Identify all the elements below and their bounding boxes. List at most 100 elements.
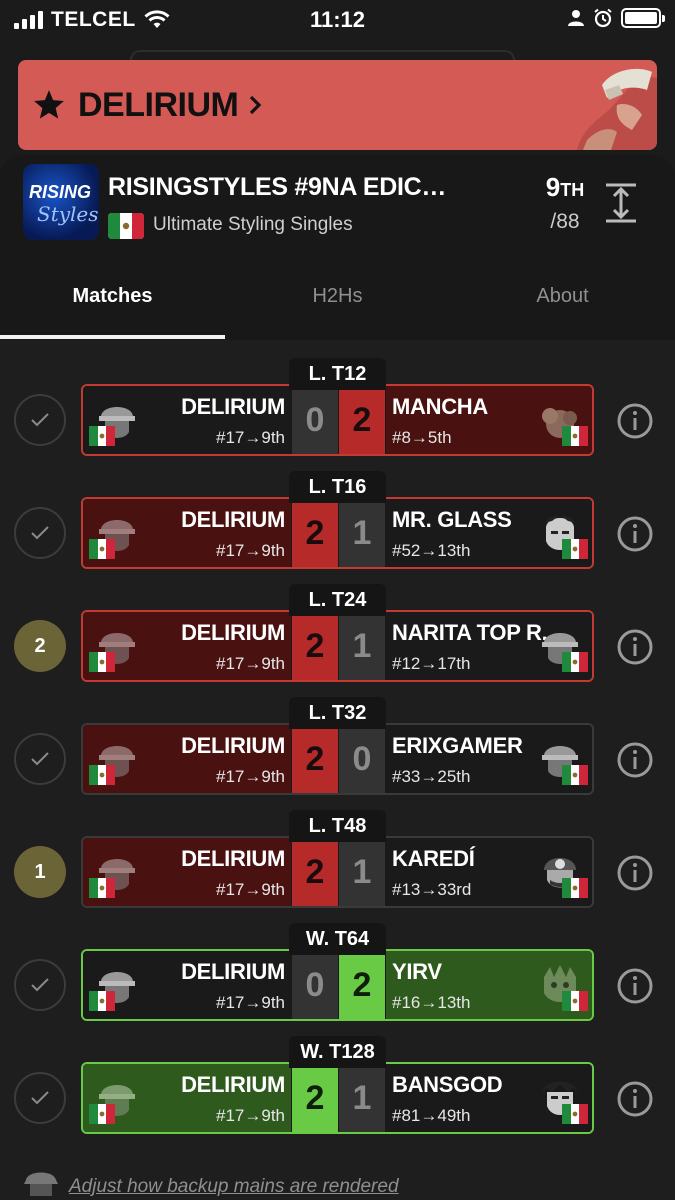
player-name: DELIRIUM xyxy=(181,394,285,419)
seed-placement: #81→49th xyxy=(392,1106,471,1125)
mexico-flag-icon xyxy=(89,426,115,446)
mexico-flag-icon xyxy=(89,1104,115,1124)
person-icon xyxy=(568,10,584,26)
seed-placement: #17→9th xyxy=(216,880,285,899)
check-icon xyxy=(31,526,49,540)
upset-badge[interactable]: 2 xyxy=(14,620,66,672)
mexico-flag-icon xyxy=(562,1104,588,1124)
seed-placement: #16→13th xyxy=(392,993,471,1012)
info-icon[interactable] xyxy=(616,515,654,553)
mexico-flag-icon xyxy=(562,539,588,559)
round-label: W. T128 xyxy=(289,1036,386,1068)
check-button[interactable] xyxy=(14,1072,66,1124)
score-left: 0 xyxy=(292,386,338,454)
match-card[interactable]: DELIRIUM #17→9th 0 2 MANCHA #8→5th xyxy=(81,384,594,456)
tab-bar: Matches H2Hs About xyxy=(0,275,675,340)
score-left: 0 xyxy=(292,951,338,1019)
check-button[interactable] xyxy=(14,507,66,559)
info-icon[interactable] xyxy=(616,628,654,666)
tab-h2hs[interactable]: H2Hs xyxy=(225,285,450,308)
logo-text-2: Styles xyxy=(37,202,99,226)
match-card[interactable]: DELIRIUM #17→9th 0 2 YIRV #16→13th xyxy=(81,949,594,1021)
match-row: 1 DELIRIUM #17→9th 2 1 KAREDÍ #13→33rd L… xyxy=(0,792,675,908)
player-left: DELIRIUM #17→9th xyxy=(83,1064,291,1132)
round-label: L. T48 xyxy=(289,810,386,842)
player-left: DELIRIUM #17→9th xyxy=(83,386,291,454)
footer: Adjust how backup mains are rendered xyxy=(0,1162,675,1200)
expand-icon[interactable] xyxy=(604,183,638,223)
seed-placement: #13→33rd xyxy=(392,880,472,899)
round-label: L. T32 xyxy=(289,697,386,729)
match-row: DELIRIUM #17→9th 0 2 MANCHA #8→5th L. T1… xyxy=(0,340,675,456)
match-card[interactable]: DELIRIUM #17→9th 2 1 MR. GLASS #52→13th xyxy=(81,497,594,569)
player-left: DELIRIUM #17→9th xyxy=(83,725,291,793)
opponent-name: MR. GLASS xyxy=(392,507,512,532)
info-icon[interactable] xyxy=(616,741,654,779)
seed-placement: #12→17th xyxy=(392,654,471,673)
mexico-flag-icon xyxy=(562,652,588,672)
match-card[interactable]: DELIRIUM #17→9th 2 0 ERIXGAMER #33→25th xyxy=(81,723,594,795)
info-icon[interactable] xyxy=(616,402,654,440)
match-row: DELIRIUM #17→9th 2 1 MR. GLASS #52→13th … xyxy=(0,453,675,569)
logo-text-1: RISING xyxy=(29,182,92,202)
info-icon[interactable] xyxy=(616,1080,654,1118)
upset-badge[interactable]: 1 xyxy=(14,846,66,898)
check-button[interactable] xyxy=(14,394,66,446)
player-right: MANCHA #8→5th xyxy=(386,386,592,454)
score-right: 1 xyxy=(339,838,385,906)
player-right: KAREDÍ #13→33rd xyxy=(386,838,592,906)
mexico-flag-icon xyxy=(89,539,115,559)
player-right: ERIXGAMER #33→25th xyxy=(386,725,592,793)
seed-placement: #17→9th xyxy=(216,993,285,1012)
opponent-name: MANCHA xyxy=(392,394,488,419)
player-name: DELIRIUM xyxy=(181,507,285,532)
placement-number: 9 xyxy=(545,172,561,202)
player-right: NARITA TOP R... #12→17th xyxy=(386,612,592,680)
check-button[interactable] xyxy=(14,959,66,1011)
mexico-flag-icon xyxy=(562,765,588,785)
opponent-name: BANSGOD xyxy=(392,1072,503,1097)
match-card[interactable]: DELIRIUM #17→9th 2 1 NARITA TOP R... #12… xyxy=(81,610,594,682)
seed-placement: #17→9th xyxy=(216,654,285,673)
player-left: DELIRIUM #17→9th xyxy=(83,838,291,906)
backup-mains-link[interactable]: Adjust how backup mains are rendered xyxy=(69,1176,399,1198)
match-list: DELIRIUM #17→9th 0 2 MANCHA #8→5th L. T1… xyxy=(0,340,675,1200)
tab-matches[interactable]: Matches xyxy=(0,285,225,308)
match-card[interactable]: DELIRIUM #17→9th 2 1 BANSGOD #81→49th xyxy=(81,1062,594,1134)
seed-placement: #17→9th xyxy=(216,1106,285,1125)
match-row: 2 DELIRIUM #17→9th 2 1 NARITA TOP R... #… xyxy=(0,566,675,682)
score-left: 2 xyxy=(292,725,338,793)
score-right: 1 xyxy=(339,499,385,567)
check-icon xyxy=(31,752,49,766)
score-right: 1 xyxy=(339,612,385,680)
placement: 9TH xyxy=(540,172,590,203)
player-name: DELIRIUM xyxy=(181,846,285,871)
chevron-right-icon xyxy=(250,95,262,115)
tournament-title[interactable]: RISINGSTYLES #9NA EDICIÓN - TOP 8 xyxy=(108,173,453,202)
mexico-flag-icon xyxy=(108,213,144,239)
player-left: DELIRIUM #17→9th xyxy=(83,499,291,567)
info-icon[interactable] xyxy=(616,854,654,892)
match-card[interactable]: DELIRIUM #17→9th 2 1 KAREDÍ #13→33rd xyxy=(81,836,594,908)
tournament-logo: RISING Styles xyxy=(23,164,99,240)
check-icon xyxy=(31,978,49,992)
battery-icon xyxy=(621,8,665,28)
event-name: Ultimate Styling Singles xyxy=(153,214,353,235)
mexico-flag-icon xyxy=(562,426,588,446)
entrant-total: /88 xyxy=(550,210,580,233)
player-banner[interactable]: DELIRIUM xyxy=(18,60,657,150)
score-left: 2 xyxy=(292,612,338,680)
score-right: 2 xyxy=(339,386,385,454)
mexico-flag-icon xyxy=(89,878,115,898)
player-name: DELIRIUM xyxy=(78,85,239,124)
round-label: L. T16 xyxy=(289,471,386,503)
mexico-flag-icon xyxy=(562,878,588,898)
tab-about[interactable]: About xyxy=(450,285,675,308)
score-right: 2 xyxy=(339,951,385,1019)
player-name: DELIRIUM xyxy=(181,1072,285,1097)
match-row: DELIRIUM #17→9th 0 2 YIRV #16→13th W. T6… xyxy=(0,905,675,1021)
mexico-flag-icon xyxy=(89,765,115,785)
info-icon[interactable] xyxy=(616,967,654,1005)
check-button[interactable] xyxy=(14,733,66,785)
opponent-name: KAREDÍ xyxy=(392,846,475,871)
